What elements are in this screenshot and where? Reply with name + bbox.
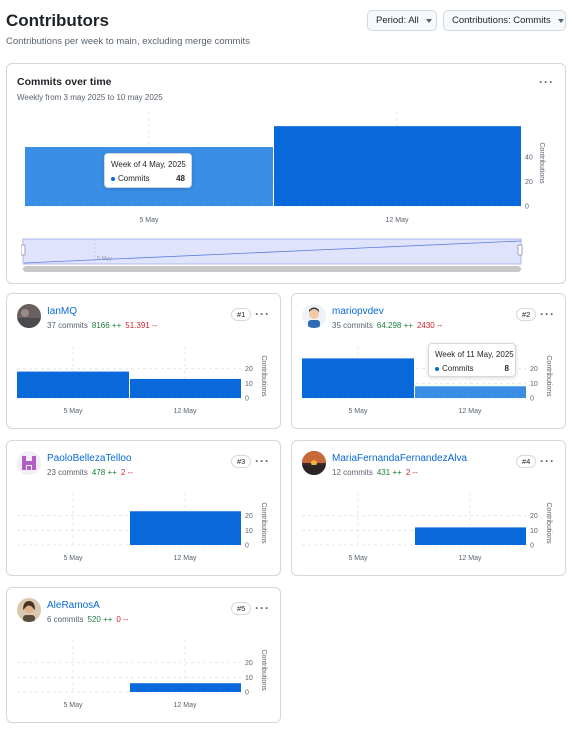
contributions-dropdown[interactable]: Contributions: Commits [443,10,566,31]
chart-tooltip: Week of 4 May, 2025 Commits 48 [104,153,192,188]
x-tick-label: 5 May [348,408,368,415]
tooltip-series: Commits [442,364,474,373]
x-tick-label: 5 May [63,702,83,709]
contributions-label: Contributions: Commits [452,15,551,26]
y-axis-label: Contributions [260,355,267,397]
x-tick-label: 5 May [348,555,368,562]
x-tick-label: 12 May [459,555,482,562]
y-tick-label: 0 [530,543,534,550]
bar [130,683,241,692]
commits-over-time-card: Commits over time Weekly from 3 may 2025… [6,63,566,284]
contributor-chart: 0 10 20 5 May 12 May Contributions [17,640,267,709]
bar [302,358,414,398]
tooltip-week: Week of 4 May, 2025 [111,160,186,169]
period-label: Period: All [376,15,419,26]
chevron-down-icon [425,18,432,23]
range-label: 5 May [97,256,112,262]
x-tick-label: 5 May [139,217,159,224]
x-tick-label: 12 May [174,408,197,415]
contributor-chart: 0 10 20 5 May 12 May Contributions [17,346,267,415]
y-tick-label: 20 [245,660,253,667]
tooltip-value: 48 [176,174,185,183]
page-subtitle: Contributions per week to main, excludin… [6,36,250,47]
y-tick-label: 0 [530,396,534,403]
bar [274,126,521,206]
contributor-card: AleRamosA 6 commits 520 ++ 0 -- #5 ··· 0 10… [6,587,281,723]
y-tick-label: 10 [245,381,253,388]
y-tick-label: 0 [525,204,529,211]
contributor-card: IanMQ 37 commits 8166 ++ 51.391 -- #1 ··· … [6,293,281,429]
y-axis-label: Contributions [260,502,267,544]
y-tick-label: 0 [245,543,249,550]
page-title: Contributors [6,11,109,30]
contributor-card: PaoloBellezaTelloo 23 commits 478 ++ 2 -- … [6,440,281,576]
y-tick-label: 20 [530,513,538,520]
y-axis-label: Contributions [260,649,267,691]
y-tick-label: 10 [530,381,538,388]
x-tick-label: 12 May [386,217,409,224]
y-tick-label: 10 [245,528,253,535]
x-tick-label: 5 May [63,408,83,415]
y-tick-label: 20 [525,179,533,186]
bar [17,371,129,398]
y-tick-label: 20 [530,366,538,373]
range-handle-right[interactable] [517,244,523,256]
x-tick-label: 12 May [459,408,482,415]
y-axis-label: Contributions [538,142,545,184]
range-handle-left[interactable] [21,244,26,256]
y-tick-label: 0 [245,690,249,697]
bar [415,527,526,545]
x-tick-label: 5 May [63,555,83,562]
chart-tooltip: Week of 11 May, 2025 Commits 8 [428,343,516,377]
series-dot-icon [111,176,115,181]
contributor-card: mariopvdev 35 commits 64.298 ++ 2430 -- #2… [291,293,566,429]
bar [130,511,241,545]
bar [130,378,241,398]
tooltip-value: 8 [504,364,509,373]
period-dropdown[interactable]: Period: All [367,10,437,31]
y-tick-label: 10 [530,528,538,535]
y-tick-label: 10 [245,675,253,682]
y-axis-label: Contributions [545,355,552,397]
x-tick-label: 12 May [174,702,197,709]
series-dot-icon [435,366,439,371]
y-tick-label: 40 [525,154,533,161]
chevron-down-icon [557,18,564,23]
range-selector[interactable]: 5 May [21,238,525,274]
tooltip-week: Week of 11 May, 2025 [435,350,514,359]
bar [415,386,526,398]
contributor-card: MariaFernandaFernandezAlva 12 commits 431… [291,440,566,576]
tooltip-series: Commits [118,174,150,183]
range-scrollbar[interactable] [23,266,521,272]
y-tick-label: 20 [245,513,253,520]
y-axis-label: Contributions [545,502,552,544]
contributor-chart: 0 10 20 5 May 12 May Contributions [17,493,267,562]
y-tick-label: 0 [245,396,249,403]
y-tick-label: 20 [245,366,253,373]
x-tick-label: 12 May [174,555,197,562]
contributor-chart: 0 10 20 5 May 12 May Contributions [302,493,552,562]
